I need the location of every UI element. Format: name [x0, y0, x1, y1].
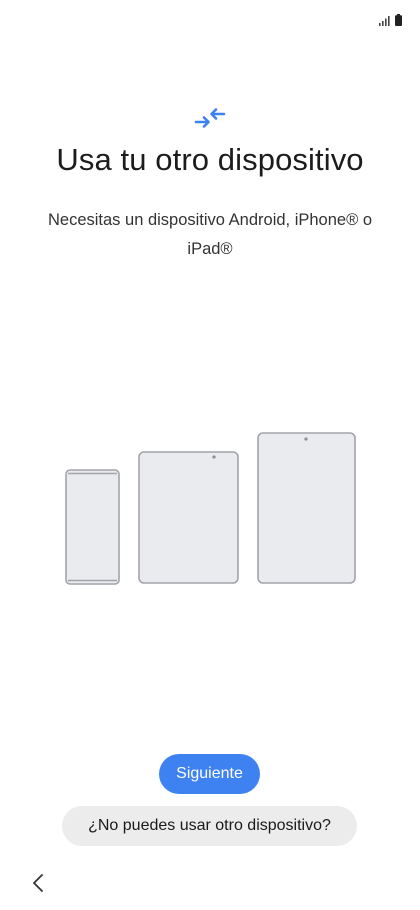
- transfer-arrows-icon: [194, 108, 226, 128]
- phone-illustration: [65, 469, 120, 585]
- small-tablet-illustration: [138, 451, 239, 584]
- battery-icon: [395, 14, 402, 26]
- page-title: Usa tu otro dispositivo: [56, 142, 364, 177]
- signal-icon: [379, 16, 390, 26]
- cannot-use-other-device-button[interactable]: ¿No puedes usar otro dispositivo?: [62, 806, 357, 846]
- status-bar: [0, 0, 420, 40]
- large-tablet-illustration: [257, 432, 356, 584]
- chevron-left-icon: [33, 874, 43, 892]
- status-icons: [379, 14, 402, 26]
- page-subtitle: Necesitas un dispositivo Android, iPhone…: [47, 211, 372, 258]
- next-button[interactable]: Siguiente: [159, 754, 260, 794]
- devices-illustration: [65, 432, 356, 585]
- back-button[interactable]: [24, 868, 52, 898]
